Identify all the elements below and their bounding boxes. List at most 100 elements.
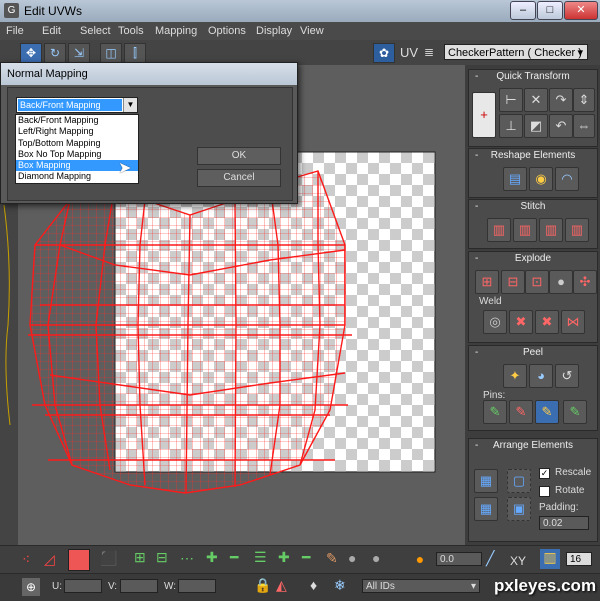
flatten-icon[interactable]: ⊡ bbox=[525, 270, 549, 294]
rotate-tool-icon[interactable]: ↻ bbox=[44, 43, 66, 63]
align-to-edge-icon[interactable]: ◩ bbox=[524, 114, 548, 138]
weld-target-icon[interactable]: ◎ bbox=[483, 310, 507, 334]
detach-icon[interactable]: ⊟ bbox=[501, 270, 525, 294]
maximize-button[interactable]: □ bbox=[537, 1, 563, 20]
stitch-header[interactable]: Stitch bbox=[469, 200, 597, 214]
peel-mode-icon[interactable]: ◕ bbox=[529, 364, 553, 388]
loop-grow-icon[interactable]: ✚ bbox=[278, 549, 290, 566]
arrange-header[interactable]: Arrange Elements bbox=[469, 439, 597, 453]
circle-icon[interactable]: ◠ bbox=[555, 167, 579, 191]
list-item[interactable]: Left/Right Mapping bbox=[16, 126, 138, 137]
vertex-mode-icon[interactable]: ⁖ bbox=[22, 551, 30, 568]
pack-normalize-icon[interactable]: ▦ bbox=[474, 469, 498, 493]
reset-peel-icon[interactable]: ↺ bbox=[555, 364, 579, 388]
grow-select-icon[interactable]: ⊞ bbox=[134, 549, 146, 566]
ring-grow-icon[interactable]: ✚ bbox=[206, 549, 218, 566]
stitch-target-icon[interactable]: ▥ bbox=[513, 218, 537, 242]
menu-options[interactable]: Options bbox=[208, 25, 246, 37]
space-horizontal-icon[interactable]: ⇔ bbox=[573, 114, 595, 138]
menu-select[interactable]: Select bbox=[80, 25, 111, 37]
freeform-tool-icon[interactable]: ◫ bbox=[100, 43, 122, 63]
rotate-minus-icon[interactable]: ↶ bbox=[549, 114, 573, 138]
cancel-button[interactable]: Cancel bbox=[197, 169, 281, 187]
edge-distance-icon[interactable]: ▥ bbox=[540, 549, 560, 569]
weld-edge-icon[interactable]: ⋈ bbox=[561, 310, 585, 334]
straighten-icon[interactable]: ▤ bbox=[503, 167, 527, 191]
shrink-select-icon[interactable]: ⊟ bbox=[156, 549, 168, 566]
freeze-icon[interactable]: ❄ bbox=[334, 577, 346, 594]
id-filter-dropdown[interactable]: All IDs ▾ bbox=[362, 579, 480, 593]
pin-select-icon[interactable]: ✎ bbox=[563, 400, 587, 424]
menu-file[interactable]: File bbox=[6, 25, 24, 37]
move-tool-icon[interactable]: ✥ bbox=[20, 43, 42, 63]
menu-edit[interactable]: Edit bbox=[42, 25, 61, 37]
chevron-down-icon[interactable]: ▼ bbox=[123, 98, 137, 112]
v-input[interactable] bbox=[120, 579, 158, 593]
paint-select-icon[interactable]: ✎ bbox=[326, 550, 338, 567]
stitch-custom-icon[interactable]: ▥ bbox=[487, 218, 511, 242]
ring-shrink-icon[interactable]: ━ bbox=[230, 549, 238, 566]
minimize-button[interactable]: – bbox=[510, 1, 536, 20]
xy-label[interactable]: XY bbox=[510, 554, 526, 568]
u-input[interactable] bbox=[64, 579, 102, 593]
stitch-average-icon[interactable]: ▥ bbox=[539, 218, 563, 242]
break-icon[interactable]: ⊞ bbox=[475, 270, 499, 294]
align-vertical-icon[interactable]: ⊥ bbox=[499, 114, 523, 138]
ok-button[interactable]: OK bbox=[197, 147, 281, 165]
explode-header[interactable]: Explode bbox=[469, 252, 597, 266]
falloff-type-icon[interactable]: ╱ bbox=[486, 550, 494, 567]
pin-add-icon[interactable]: ✎ bbox=[483, 400, 507, 424]
edge-mode-icon[interactable]: ◿ bbox=[44, 551, 55, 568]
align-pivot-icon[interactable]: + bbox=[472, 92, 496, 138]
rotate-checkbox[interactable] bbox=[539, 486, 550, 497]
weld-all-icon[interactable]: ● bbox=[549, 270, 573, 294]
stitch-source-icon[interactable]: ▥ bbox=[565, 218, 589, 242]
hide-icon[interactable]: ♦ bbox=[310, 577, 317, 593]
element-mode-icon[interactable]: ⬛ bbox=[100, 550, 117, 567]
distance-input[interactable]: 16 bbox=[566, 552, 592, 566]
absolute-offset-icon[interactable]: ⊕ bbox=[22, 578, 40, 596]
list-icon[interactable]: ≣ bbox=[422, 43, 436, 61]
brush-grow-icon[interactable]: ● bbox=[348, 550, 356, 566]
brush-shrink-icon[interactable]: ● bbox=[372, 550, 380, 566]
space-vertical-icon[interactable]: ⇕ bbox=[573, 88, 595, 112]
rotate-plus-icon[interactable]: ↷ bbox=[549, 88, 573, 112]
padding-input[interactable]: 0.02 bbox=[539, 516, 589, 530]
uv-space-icon[interactable]: ✿ bbox=[373, 43, 395, 63]
pin-remove-icon[interactable]: ✎ bbox=[509, 400, 533, 424]
quick-transform-header[interactable]: Quick Transform bbox=[469, 70, 597, 84]
reshape-header[interactable]: Reshape Elements bbox=[469, 149, 597, 163]
texture-dropdown[interactable]: CheckerPattern ( Checker ) ▾ bbox=[444, 44, 588, 60]
rescale-checkbox[interactable]: ✓ bbox=[539, 468, 550, 479]
eraser-icon[interactable]: ◭ bbox=[276, 577, 287, 594]
soft-select-icon[interactable]: ● bbox=[410, 549, 430, 569]
mapping-type-dropdown[interactable]: Back/Front Mapping ▼ bbox=[16, 97, 138, 113]
align-diagonal-icon[interactable]: ✕ bbox=[524, 88, 548, 112]
pack-together-icon[interactable]: ▢ bbox=[507, 469, 531, 493]
menu-tools[interactable]: Tools bbox=[118, 25, 144, 37]
pack-custom-icon[interactable]: ▦ bbox=[474, 497, 498, 521]
list-item[interactable]: Back/Front Mapping bbox=[16, 115, 138, 126]
close-button[interactable]: ✕ bbox=[564, 1, 598, 20]
loop-shrink-icon[interactable]: ━ bbox=[302, 549, 310, 566]
face-mode-icon[interactable] bbox=[68, 549, 90, 571]
mirror-tool-icon[interactable]: ⫿ bbox=[124, 43, 146, 63]
lock-icon[interactable]: 🔒 bbox=[254, 577, 271, 594]
weld-threshold-icon[interactable]: ✖ bbox=[535, 310, 559, 334]
menu-view[interactable]: View bbox=[300, 25, 324, 37]
list-item[interactable]: Top/Bottom Mapping bbox=[16, 138, 138, 149]
quick-peel-icon[interactable]: ✦ bbox=[503, 364, 527, 388]
ring-icon[interactable]: ⋯ bbox=[180, 550, 194, 567]
w-input[interactable] bbox=[178, 579, 216, 593]
scale-tool-icon[interactable]: ⇲ bbox=[68, 43, 90, 63]
pin-auto-icon[interactable]: ✎ bbox=[535, 400, 559, 424]
weld-selected-icon[interactable]: ✖ bbox=[509, 310, 533, 334]
falloff-input[interactable]: 0.0 bbox=[436, 552, 482, 566]
peel-header[interactable]: Peel bbox=[469, 346, 597, 360]
relax-icon[interactable]: ◉ bbox=[529, 167, 553, 191]
explode-options-icon[interactable]: ✣ bbox=[573, 270, 597, 294]
loop-icon[interactable]: ☰ bbox=[254, 549, 267, 566]
align-horizontal-icon[interactable]: ⊢ bbox=[499, 88, 523, 112]
menu-display[interactable]: Display bbox=[256, 25, 292, 37]
pack-separate-icon[interactable]: ▣ bbox=[507, 497, 531, 521]
